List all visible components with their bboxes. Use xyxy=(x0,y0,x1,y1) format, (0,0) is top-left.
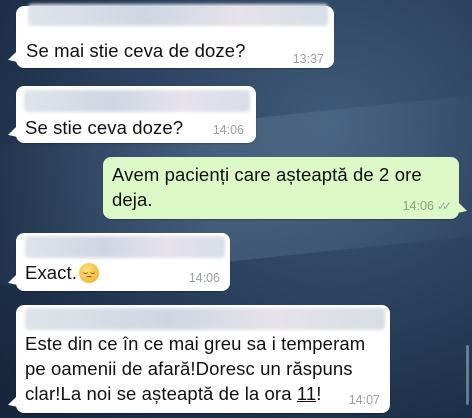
message-bubble-outgoing-1[interactable]: Avem pacienți care așteaptă de 2 ore dej… xyxy=(103,157,459,219)
text-segment: ! xyxy=(316,383,322,404)
message-timestamp: 14:07 xyxy=(348,393,380,407)
timestamp-text: 14:06 xyxy=(402,199,434,213)
scrollbar[interactable] xyxy=(466,345,469,405)
message-bubble-incoming-1[interactable]: Se mai stie ceva de doze? 13:37 xyxy=(16,4,334,68)
redacted-sender-name xyxy=(25,308,385,330)
message-text-line-1: Avem pacienți care așteaptă de 2 ore xyxy=(112,164,422,185)
redacted-sender-name xyxy=(24,90,250,112)
message-text-line-2: deja. xyxy=(112,189,153,210)
pensive-face-icon xyxy=(79,263,100,283)
message-timestamp: 14:06 ✓✓ xyxy=(402,199,452,213)
message-text: Exact. xyxy=(25,261,100,285)
message-text: Se mai stie ceva de doze? xyxy=(26,40,246,61)
redacted-sender-name xyxy=(28,4,328,26)
message-timestamp: 14:06 xyxy=(188,271,220,285)
message-text-line-3: clar!La noi se așteaptă de la ora 11! xyxy=(25,382,321,406)
message-text-content: Exact. xyxy=(25,262,78,283)
message-bubble-incoming-2[interactable]: Se stie ceva doze? 14:06 xyxy=(16,86,256,143)
message-bubble-incoming-4[interactable]: Este din ce în ce mai greu sa i temperam… xyxy=(16,305,390,413)
message-timestamp: 13:37 xyxy=(292,52,324,66)
phone-or-number-link[interactable]: 11 xyxy=(297,383,316,404)
message-timestamp: 14:06 xyxy=(212,123,244,137)
message-text-line-2: pe oamenii de afară!Doresc un răspuns xyxy=(25,358,353,379)
double-check-icon: ✓✓ xyxy=(436,199,452,213)
message-bubble-incoming-3[interactable]: Exact. 14:06 xyxy=(16,233,230,291)
message-text: Se stie ceva doze? xyxy=(25,117,184,138)
message-text-line-1: Este din ce în ce mai greu sa i temperam xyxy=(25,333,366,354)
text-segment: clar!La noi se așteaptă de la ora xyxy=(25,383,297,404)
redacted-sender-name xyxy=(25,236,225,258)
